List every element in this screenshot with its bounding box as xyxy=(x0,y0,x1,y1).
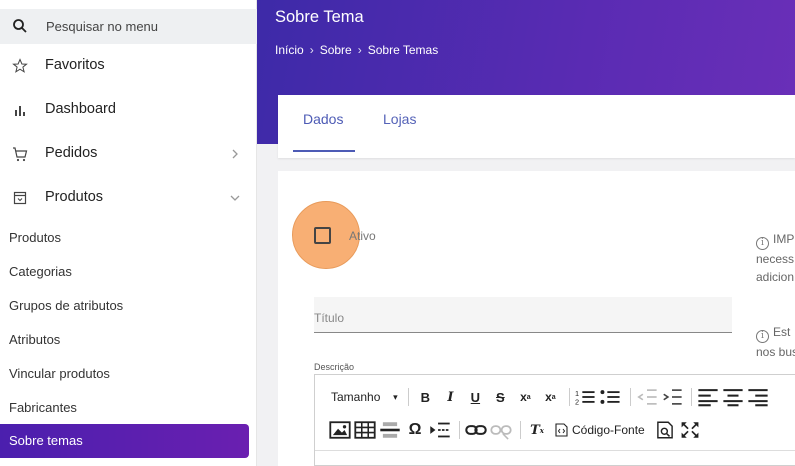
toolbar-separator xyxy=(520,421,521,439)
bar-chart-icon xyxy=(15,106,25,116)
unlink-icon[interactable] xyxy=(490,419,512,441)
breadcrumb-inicio[interactable]: Início xyxy=(275,43,304,57)
info-text: IMP xyxy=(773,232,795,246)
source-code-icon xyxy=(555,423,568,437)
horizontal-line-icon[interactable] xyxy=(379,419,401,441)
info-icon: i xyxy=(756,330,769,343)
preview-icon[interactable] xyxy=(654,419,676,441)
search-label: Pesquisar no menu xyxy=(46,19,159,34)
info-hint-ativo: i IMP necess adicion xyxy=(756,230,794,286)
ativo-checkbox[interactable] xyxy=(314,227,331,244)
sidebar-item-produtos[interactable]: Produtos xyxy=(0,178,257,218)
sidebar-subitem-vincular-produtos[interactable]: Vincular produtos xyxy=(9,366,110,381)
tabs-bar: Dados Lojas xyxy=(278,95,795,158)
rich-text-editor: Tamanho ▾ B I U S xa xa 12 Ω T x Código-… xyxy=(314,374,795,466)
align-right-icon[interactable] xyxy=(747,386,769,408)
active-tab-indicator xyxy=(293,150,355,152)
sidebar-item-label: Pedidos xyxy=(45,145,98,161)
breadcrumb-sobre-temas: Sobre Temas xyxy=(367,43,439,57)
chevron-right-icon xyxy=(232,149,238,159)
sidebar-subitem-grupos-atributos[interactable]: Grupos de atributos xyxy=(9,298,123,313)
toolbar-separator xyxy=(691,388,693,406)
maximize-icon[interactable] xyxy=(679,419,701,441)
sidebar-item-pedidos[interactable]: Pedidos xyxy=(0,134,257,174)
editor-toolbar-row-1: Tamanho ▾ B I U S xa xa 12 xyxy=(331,382,772,412)
form-card: Ativo i IMP necess adicion Título i Est no… xyxy=(278,171,795,466)
sidebar-item-label: Produtos xyxy=(45,189,104,205)
font-size-select[interactable]: Tamanho xyxy=(331,386,380,408)
special-char-icon[interactable]: Ω xyxy=(404,419,426,441)
sidebar-item-dashboard[interactable]: Dashboard xyxy=(0,90,257,130)
sidebar-subitem-categorias[interactable]: Categorias xyxy=(9,264,72,279)
sidebar-item-favoritos[interactable]: Favoritos xyxy=(0,46,257,86)
sidebar-subitem-atributos[interactable]: Atributos xyxy=(9,332,60,347)
tab-lojas[interactable]: Lojas xyxy=(383,111,416,127)
bullet-list-icon[interactable] xyxy=(600,386,622,408)
info-text: Est xyxy=(773,325,791,339)
breadcrumb: Início › Sobre › Sobre Temas xyxy=(275,43,438,57)
titulo-placeholder: Título xyxy=(314,311,345,325)
source-code-button[interactable]: Código-Fonte xyxy=(555,419,645,441)
numbered-list-icon[interactable]: 12 xyxy=(575,386,597,408)
info-text: nos bus xyxy=(756,345,795,359)
italic-icon[interactable]: I xyxy=(439,386,461,408)
bold-icon[interactable]: B xyxy=(414,386,436,408)
table-icon[interactable] xyxy=(354,419,376,441)
cart-icon xyxy=(13,147,28,162)
sidebar-item-label: Favoritos xyxy=(45,57,105,73)
info-text: adicion xyxy=(756,270,795,284)
underline-icon[interactable]: U xyxy=(464,386,486,408)
sidebar-subitem-label: Sobre temas xyxy=(9,433,83,448)
chevron-down-icon xyxy=(230,195,240,201)
remove-format-icon[interactable]: Tx xyxy=(526,419,548,441)
image-icon[interactable] xyxy=(329,419,351,441)
star-icon xyxy=(12,58,28,73)
page-break-icon[interactable] xyxy=(429,419,451,441)
info-icon: i xyxy=(756,237,769,250)
tab-dados[interactable]: Dados xyxy=(303,111,343,127)
sidebar-item-label: Dashboard xyxy=(45,101,116,117)
align-left-icon[interactable] xyxy=(697,386,719,408)
sidebar: Pesquisar no menu Favoritos Dashboard Pe… xyxy=(0,0,257,466)
strikethrough-icon[interactable]: S xyxy=(489,386,511,408)
indent-icon[interactable] xyxy=(661,386,683,408)
align-center-icon[interactable] xyxy=(722,386,744,408)
editor-content-divider xyxy=(315,450,795,451)
titulo-input[interactable]: Título xyxy=(314,297,732,333)
svg-text:2: 2 xyxy=(575,397,579,406)
superscript-icon[interactable]: xa xyxy=(539,386,561,408)
breadcrumb-sobre[interactable]: Sobre xyxy=(320,43,352,57)
box-icon xyxy=(13,191,27,205)
ativo-label: Ativo xyxy=(349,229,376,243)
subscript-icon[interactable]: xa xyxy=(514,386,536,408)
info-text: necess xyxy=(756,252,795,266)
breadcrumb-separator: › xyxy=(309,43,314,57)
outdent-icon[interactable] xyxy=(636,386,658,408)
sidebar-subitem-sobre-temas[interactable]: Sobre temas xyxy=(0,424,249,458)
editor-toolbar-row-2: Ω Tx Código-Fonte xyxy=(329,415,704,445)
caret-down-icon[interactable]: ▾ xyxy=(390,386,400,408)
toolbar-separator xyxy=(630,388,632,406)
breadcrumb-separator: › xyxy=(357,43,362,57)
sidebar-subitem-fabricantes[interactable]: Fabricantes xyxy=(9,400,77,415)
info-hint-titulo: i Est nos bus xyxy=(756,323,795,361)
descricao-label: Descrição xyxy=(314,362,355,372)
source-code-label: Código-Fonte xyxy=(572,423,645,437)
toolbar-separator xyxy=(569,388,571,406)
search-icon xyxy=(13,19,27,33)
toolbar-separator xyxy=(408,388,410,406)
toolbar-separator xyxy=(459,421,460,439)
link-icon[interactable] xyxy=(465,419,487,441)
menu-search[interactable]: Pesquisar no menu xyxy=(0,9,257,44)
sidebar-subitem-produtos[interactable]: Produtos xyxy=(9,230,61,245)
page-title: Sobre Tema xyxy=(275,8,364,26)
